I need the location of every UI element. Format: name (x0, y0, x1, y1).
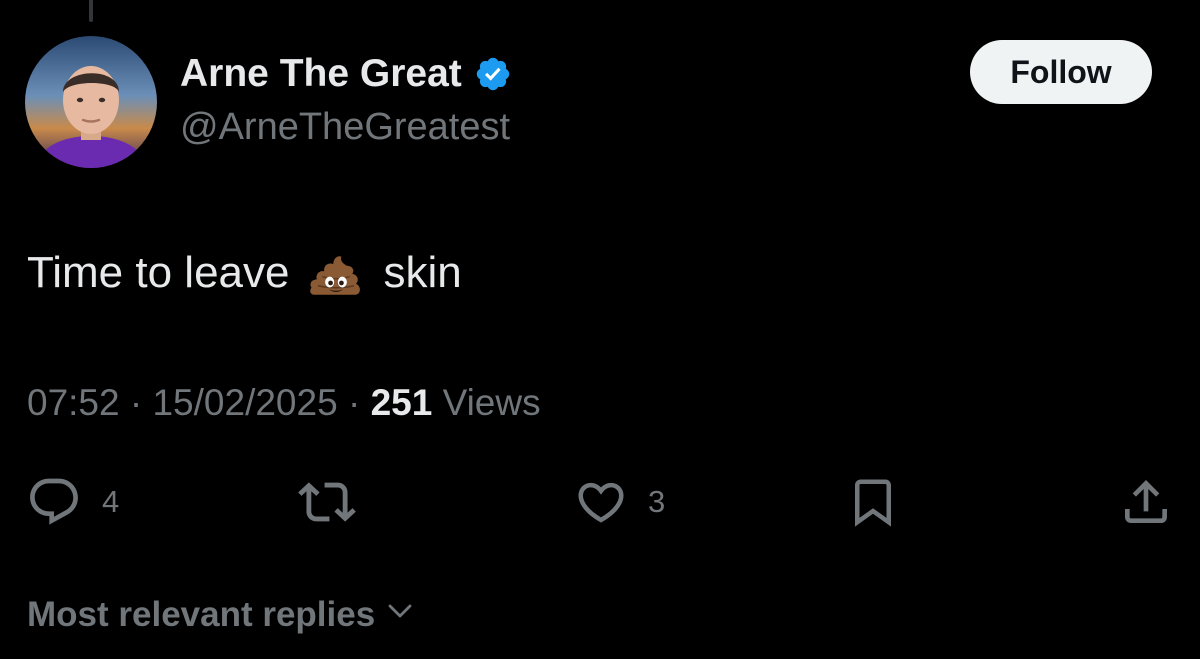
views-label: Views (442, 382, 541, 423)
author-display-name[interactable]: Arne The Great (180, 52, 462, 96)
like-button[interactable]: 3 (574, 474, 665, 530)
author-name-row[interactable]: Arne The Great (180, 50, 512, 98)
like-count: 3 (648, 484, 666, 519)
bookmark-button[interactable] (846, 474, 900, 530)
tweet-text-before: Time to leave (27, 248, 290, 297)
tweet-date[interactable]: 15/02/2025 (152, 382, 337, 423)
author-handle[interactable]: @ArneTheGreatest (180, 106, 510, 149)
meta-separator: · (129, 382, 143, 423)
tweet-text: Time to leave skin (27, 244, 462, 302)
share-icon (1118, 474, 1174, 530)
repost-icon (298, 473, 356, 531)
avatar[interactable] (25, 36, 157, 168)
reply-button[interactable]: 4 (26, 474, 119, 530)
heart-icon (574, 475, 628, 529)
reply-count: 4 (102, 484, 120, 519)
follow-button[interactable]: Follow (970, 40, 1152, 104)
bookmark-icon (846, 475, 900, 529)
thread-connector-line (89, 0, 93, 22)
share-button[interactable] (1118, 474, 1174, 530)
tweet-text-after: skin (383, 248, 462, 297)
repost-button[interactable] (298, 474, 376, 530)
chevron-down-icon (385, 595, 415, 635)
meta-separator: · (347, 382, 361, 423)
views-count: 251 (370, 382, 433, 423)
verified-badge-icon (474, 55, 512, 93)
pile-of-poo-icon (307, 244, 365, 302)
reply-icon (26, 474, 82, 530)
replies-sort-dropdown[interactable]: Most relevant replies (27, 595, 415, 635)
tweet-time[interactable]: 07:52 (27, 382, 120, 423)
tweet-meta: 07:52 · 15/02/2025 · 251 Views (27, 382, 541, 424)
replies-sort-label: Most relevant replies (27, 595, 376, 634)
